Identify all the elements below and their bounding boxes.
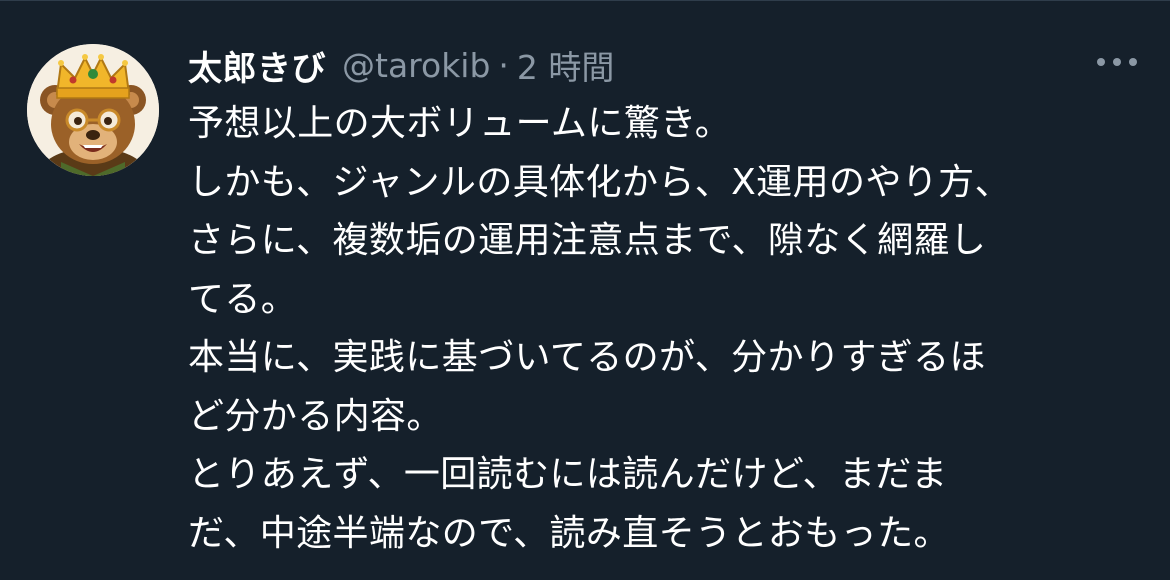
tweet-content: 太郎きび @tarokib · 2 時間 予想以上の大ボリュームに驚き。 しかも… — [188, 35, 1138, 563]
author-avatar[interactable] — [27, 44, 159, 176]
more-icon — [1097, 58, 1137, 66]
tweet-text-line: てる。 — [188, 278, 298, 320]
header-separator: · — [498, 45, 509, 85]
tweet-text-line: 予想以上の大ボリュームに驚き。 — [188, 103, 732, 144]
tweet-timestamp[interactable]: 2 時間 — [517, 41, 615, 89]
tweet-text: 予想以上の大ボリュームに驚き。 しかも、ジャンルの具体化から、X運用のやり方、 … — [188, 95, 1138, 563]
tweet-text-line: 本当に、実践に基づいてるのが、分かりすぎるほ — [188, 337, 986, 378]
tweet-text-line: とりあえず、一回読むには読んだけど、まだま — [188, 454, 948, 495]
tweet-text-line: さらに、複数垢の運用注意点まで、隙なく網羅し — [188, 220, 987, 261]
author-handle[interactable]: @tarokib — [342, 46, 490, 85]
tweet-header: 太郎きび @tarokib · 2 時間 — [188, 35, 1138, 95]
tweet[interactable]: 太郎きび @tarokib · 2 時間 予想以上の大ボリュームに驚き。 しかも… — [0, 0, 1170, 580]
tweet-text-line: ど分かる内容。 — [188, 395, 443, 437]
tweet-text-line: だ、中途半端なので、読み直そうとおもった。 — [188, 512, 950, 554]
tweet-text-line: しかも、ジャンルの具体化から、X運用のやり方、 — [188, 161, 1011, 203]
more-options-button[interactable] — [1094, 51, 1140, 73]
bear-with-crown-avatar-icon — [27, 44, 159, 176]
author-display-name[interactable]: 太郎きび — [188, 41, 326, 90]
